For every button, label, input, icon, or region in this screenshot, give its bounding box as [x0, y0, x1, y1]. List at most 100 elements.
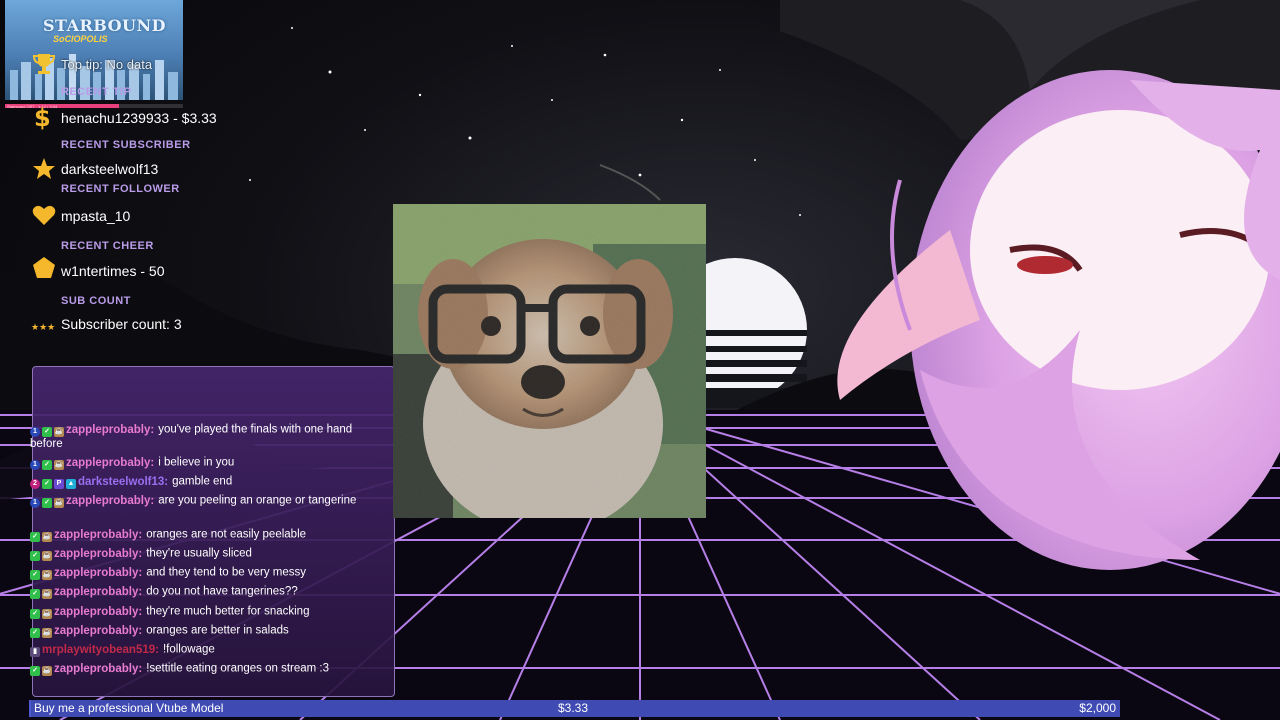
sub-count-label: SUB COUNT	[61, 295, 131, 307]
chat-username[interactable]: darksteelwolf13:	[78, 476, 168, 488]
chat-username[interactable]: zappleprobably:	[66, 457, 154, 469]
recent-tip-label: RECENT TIP	[61, 86, 132, 98]
chat-username[interactable]: zappleprobably:	[54, 586, 142, 598]
prime-badge-icon: P	[54, 479, 64, 489]
chat-message-text: are you peeling an orange or tangerine	[158, 494, 357, 507]
chat-message-text: i believe in you	[158, 456, 235, 469]
chat-badges: ✓ ☕	[30, 584, 54, 599]
viewer-badge-icon: ▮	[30, 647, 40, 657]
chat-badges: ▮	[30, 642, 42, 657]
chat-message: ✓ ☕ zappleprobably: and they tend to be ver…	[30, 565, 385, 580]
chat-username[interactable]: mrplaywityobean519:	[42, 644, 159, 656]
chat-username[interactable]: zappleprobably:	[54, 529, 142, 541]
verified-badge-icon: ✓	[42, 460, 52, 470]
donation-goal-target: $2,000	[1079, 701, 1116, 715]
chat-badges: 1 ✓ ☕	[30, 493, 66, 508]
stars-icon: ★★★	[31, 323, 56, 333]
cup-badge-icon: ☕	[42, 570, 52, 580]
chat-message: ✓ ☕ zappleprobably: oranges are not easily …	[30, 527, 385, 542]
cup-badge-icon: ☕	[42, 609, 52, 619]
chat-badges: ✓ ☕	[30, 661, 54, 676]
top-tip-text: Top tip: No data	[61, 57, 153, 72]
cup-badge-icon: ☕	[42, 628, 52, 638]
verified-badge-icon: ✓	[30, 551, 40, 561]
chat-message: ✓ ☕ zappleprobably: !settitle eating orange…	[30, 661, 385, 676]
gem-icon	[33, 257, 55, 278]
chat-message-text: !followage	[162, 643, 215, 656]
chat-badges: ✓ ☕	[30, 604, 54, 619]
chat-username[interactable]: zappleprobably:	[54, 625, 142, 637]
chat-message: 1 ✓ ☕ zappleprobably: are you peeling an ora…	[30, 493, 385, 508]
chat-badges: 1 ✓ ☕	[30, 455, 66, 470]
cup-badge-icon: ☕	[42, 532, 52, 542]
verified-badge-icon: ✓	[30, 666, 40, 676]
verified-badge-icon: ✓	[30, 570, 40, 580]
dog-illustration	[393, 204, 706, 518]
recent-subscriber-label: RECENT SUBSCRIBER	[61, 139, 191, 151]
verified-badge-icon: ✓	[42, 427, 52, 437]
recent-follower-label: RECENT FOLLOWER	[61, 183, 180, 195]
chat-badges: ✓ ☕	[30, 546, 54, 561]
donation-goal-fill	[29, 700, 31, 717]
chat-message-text: they're much better for snacking	[146, 605, 310, 618]
chat-message: ✓ ☕ zappleprobably: oranges are better in s…	[30, 623, 385, 638]
verified-badge-icon: ✓	[42, 498, 52, 508]
chat-badges: ✓ ☕	[30, 527, 54, 542]
chat-message: ✓ ☕ zappleprobably: they're much better for…	[30, 604, 385, 619]
chat-badges: 1 ✓ ☕	[30, 422, 66, 437]
subscriber-month-badge-icon: 1	[30, 460, 40, 470]
chat-username[interactable]: zappleprobably:	[66, 495, 154, 507]
verified-badge-icon: ✓	[30, 609, 40, 619]
chat-message: ✓ ☕ zappleprobably: do you not have tangeri…	[30, 584, 385, 599]
recent-follower-value: mpasta_10	[61, 208, 131, 224]
chat-message-text: they're usually sliced	[146, 547, 252, 560]
donation-goal-bar: Buy me a professional Vtube Model $3.33 …	[29, 700, 1120, 717]
chat-message-text: !settitle eating oranges on stream :3	[146, 662, 330, 675]
dog-with-glasses-image	[393, 204, 706, 518]
donation-goal-current: $3.33	[558, 701, 589, 715]
chat-message: ✓ ☕ zappleprobably: they're usually sliced	[30, 546, 385, 561]
heart-icon	[32, 205, 56, 225]
vtuber-model-avatar	[780, 0, 1280, 570]
cup-badge-icon: ☕	[54, 427, 64, 437]
cup-badge-icon: ☕	[54, 460, 64, 470]
chat-message: ▮ mrplaywityobean519: !followage	[30, 642, 385, 657]
subscriber-badge-icon: ▲	[66, 479, 76, 489]
cup-badge-icon: ☕	[42, 666, 52, 676]
logo-title: STARBOUND	[43, 16, 167, 35]
sub-count-value: Subscriber count: 3	[61, 316, 182, 332]
chat-message: 1 ✓ ☕ zappleprobably: i believe in you	[30, 455, 385, 470]
chat-username[interactable]: zappleprobably:	[54, 606, 142, 618]
chat-badges: ✓ ☕	[30, 623, 54, 638]
cup-badge-icon: ☕	[42, 551, 52, 561]
verified-badge-icon: ✓	[42, 479, 52, 489]
donation-goal-title: Buy me a professional Vtube Model	[34, 701, 224, 715]
star-icon	[33, 158, 55, 179]
chat-message-text: oranges are not easily peelable	[146, 528, 307, 541]
recent-subscriber-value: darksteelwolf13	[61, 161, 159, 177]
verified-badge-icon: ✓	[30, 589, 40, 599]
dollar-icon: $	[34, 104, 51, 132]
verified-badge-icon: ✓	[30, 532, 40, 542]
subscriber-month-badge-icon: 2	[30, 479, 40, 489]
chat-username[interactable]: zappleprobably:	[54, 567, 142, 579]
chat-message-text: gamble end	[172, 475, 233, 488]
chat-badges: 2 ✓ P ▲	[30, 474, 78, 489]
chat-username[interactable]: zappleprobably:	[54, 548, 142, 560]
recent-cheer-value: w1ntertimes - 50	[61, 263, 165, 279]
logo-subtitle: SoCIOPOLIS	[53, 34, 108, 44]
subscriber-month-badge-icon: 1	[30, 427, 40, 437]
chat-message-text: and they tend to be very messy	[146, 566, 306, 579]
cup-badge-icon: ☕	[42, 589, 52, 599]
cup-badge-icon: ☕	[54, 498, 64, 508]
chat-message: 2 ✓ P ▲ darksteelwolf13: gamble end	[30, 474, 385, 489]
chat-username[interactable]: zappleprobably:	[54, 663, 142, 675]
subscriber-month-badge-icon: 1	[30, 498, 40, 508]
chat-username[interactable]: zappleprobably:	[66, 424, 154, 436]
chat-message: 1 ✓ ☕ zappleprobably: you've played the fina…	[30, 422, 385, 451]
recent-tip-value: henachu1239933 - $3.33	[61, 110, 217, 126]
recent-cheer-label: RECENT CHEER	[61, 240, 154, 252]
chat-message-text: oranges are better in salads	[146, 624, 289, 637]
chat-message-text: do you not have tangerines??	[146, 585, 298, 598]
verified-badge-icon: ✓	[30, 628, 40, 638]
